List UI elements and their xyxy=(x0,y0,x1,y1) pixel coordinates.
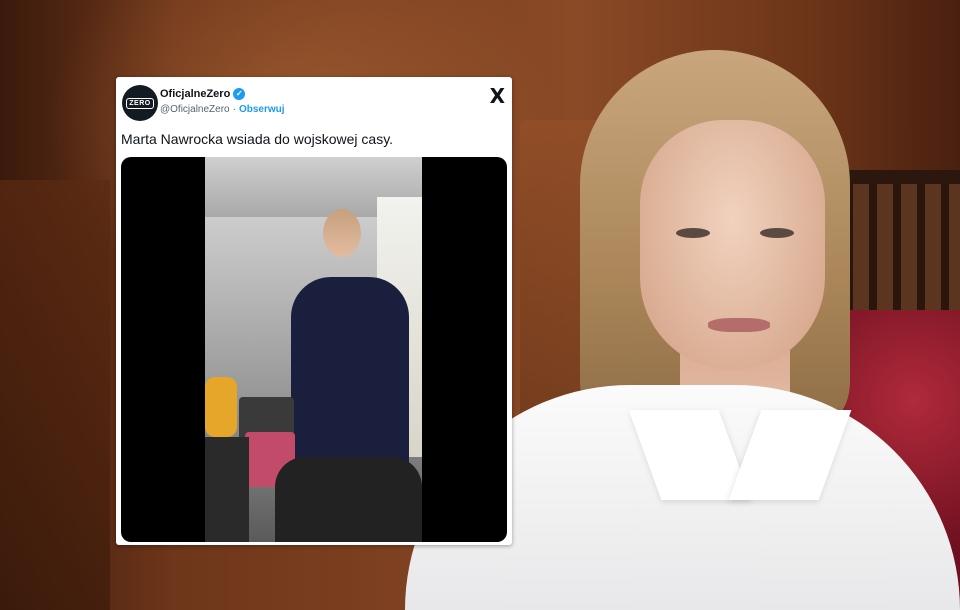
account-name-row[interactable]: OficjalneZero ✓ xyxy=(160,88,246,100)
video-woman-head xyxy=(323,209,361,257)
separator-dot: · xyxy=(232,104,236,115)
account-handle[interactable]: @OficjalneZero xyxy=(160,104,230,115)
x-logo-icon[interactable]: X xyxy=(490,84,505,108)
tweet-video[interactable] xyxy=(121,157,507,542)
tweet-card[interactable]: ZERO OficjalneZero ✓ @OficjalneZero · Ob… xyxy=(116,77,512,545)
video-woman-body xyxy=(291,277,409,477)
follow-link[interactable]: Obserwuj xyxy=(239,104,285,115)
portrait-eye-right xyxy=(760,228,794,238)
aircraft-seat xyxy=(275,457,422,542)
luggage-yellow xyxy=(205,377,237,437)
video-frame xyxy=(205,157,422,542)
avatar-logo-text: ZERO xyxy=(126,97,154,109)
display-name[interactable]: OficjalneZero xyxy=(160,88,230,100)
luggage-black xyxy=(205,437,249,542)
portrait-eye-left xyxy=(676,228,710,238)
portrait-lips xyxy=(708,318,770,332)
account-avatar[interactable]: ZERO xyxy=(122,85,158,121)
portrait-face xyxy=(640,120,825,370)
handle-row: @OficjalneZero · Obserwuj xyxy=(160,104,285,115)
background-wood-panel xyxy=(0,180,110,610)
tweet-text: Marta Nawrocka wsiada do wojskowej casy. xyxy=(121,131,394,147)
verified-badge-icon: ✓ xyxy=(233,88,246,100)
